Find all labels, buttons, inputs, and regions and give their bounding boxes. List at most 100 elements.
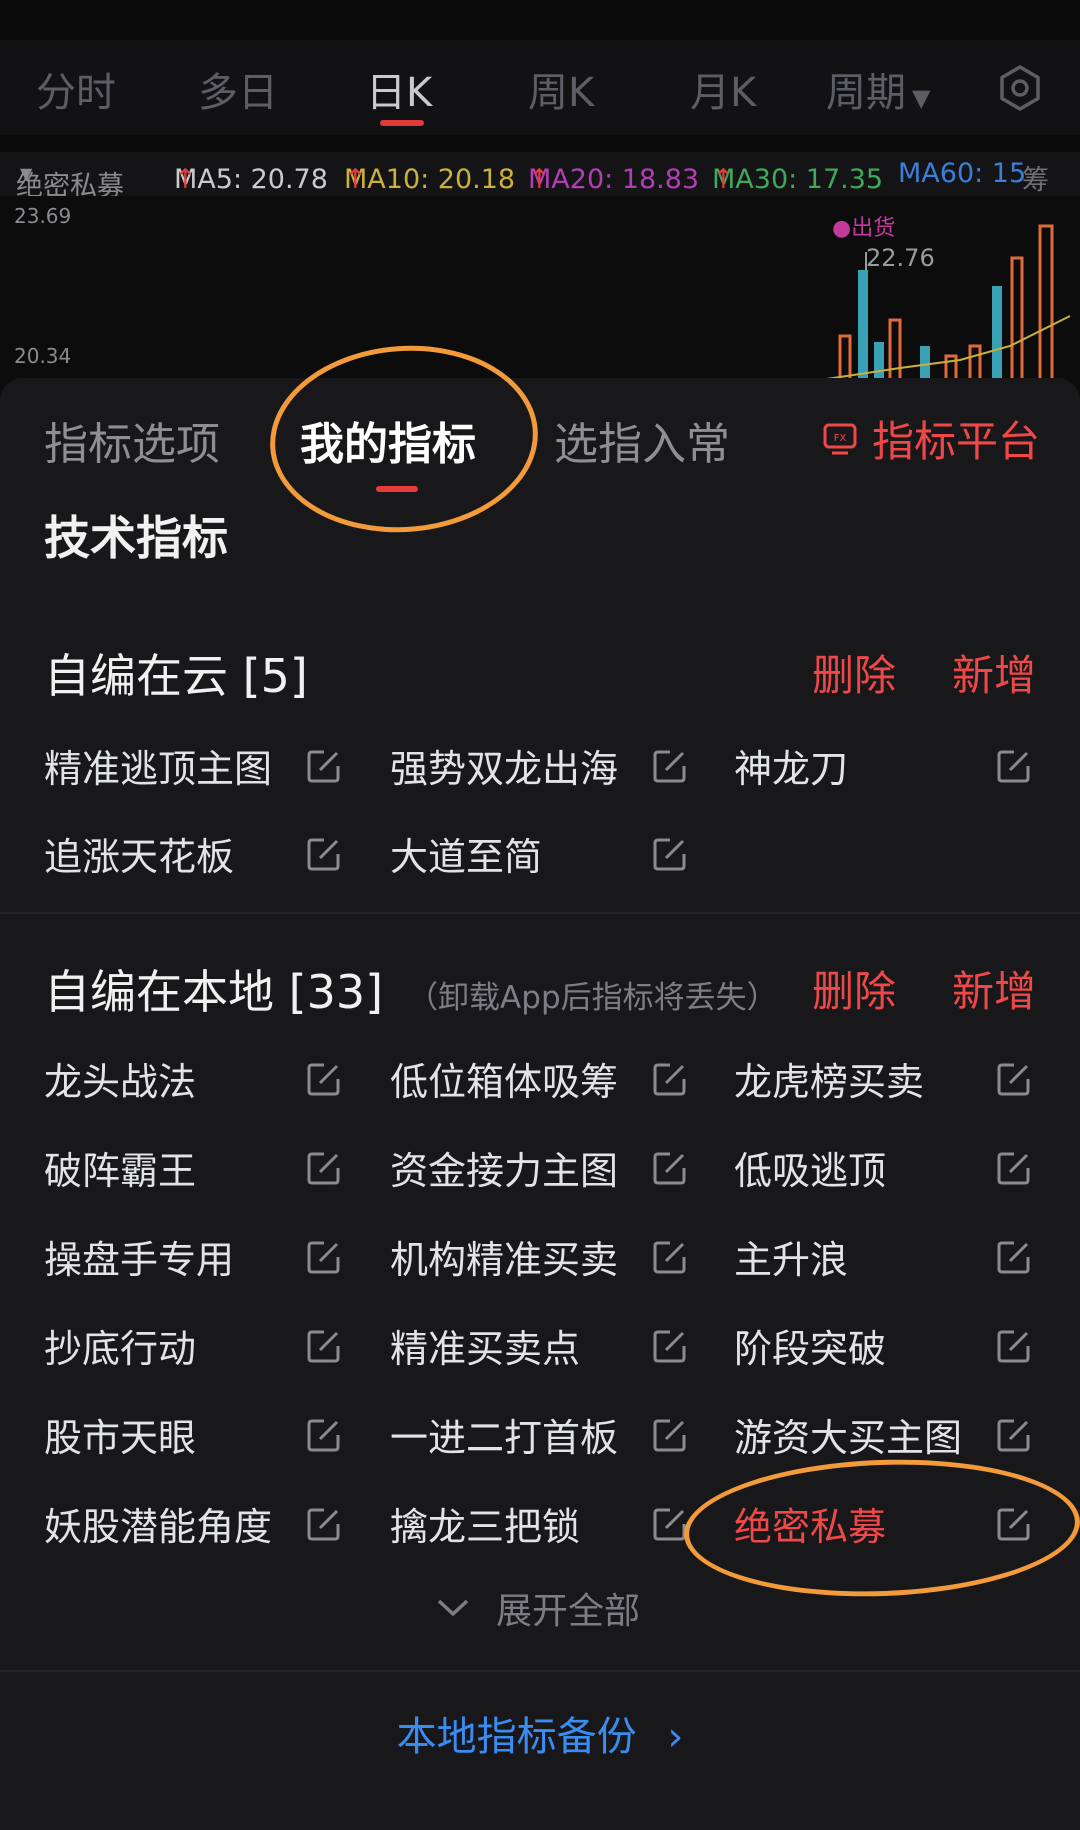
edit-icon[interactable] [652,1417,688,1453]
candlestick-chart[interactable]: 23.69 20.34 ●出货 22.76 [0,196,1080,380]
backup-label: 本地指标备份 [396,1714,637,1760]
ma5-text: MA5: 20.78 [174,164,328,195]
expand-all-button[interactable]: 展开全部 [436,1582,640,1634]
indicator-item[interactable]: 游资大买主图 [734,1407,1034,1467]
chevron-right-icon: › [667,1714,684,1760]
edit-icon[interactable] [652,1506,688,1542]
local-group-label: 自编在本地 [33] [44,965,384,1019]
candle [838,334,852,380]
indicator-item-label: 机构精准买卖 [390,1238,619,1282]
indicator-item[interactable]: 低位箱体吸筹 [390,1051,690,1111]
ma60-value: MA60: 15 [898,158,1027,189]
up-arrow-icon: ↑ [528,164,551,195]
edit-icon[interactable] [306,1061,342,1097]
candle [968,344,982,380]
indicator-item[interactable]: 龙虎榜买卖 [734,1051,1034,1111]
indicator-item-label: 阶段突破 [734,1327,887,1371]
indicator-item[interactable]: 资金接力主图 [390,1140,690,1200]
up-arrow-icon: ↑ [712,164,735,195]
ma-legend: 绝密私募 ▼ MA5: 20.78 ↑ MA10: 20.18 ↑ MA20: 18.… [0,152,1080,202]
candle [1010,256,1024,380]
indicator-item-label: 游资大买主图 [734,1416,963,1460]
tab-period-dropdown[interactable]: 周期 ▼ [826,60,930,118]
chevron-down-icon [437,1599,469,1617]
indicator-item[interactable]: 低吸逃顶 [734,1140,1034,1200]
edit-icon[interactable] [306,1506,342,1542]
indicator-item[interactable]: 妖股潜能角度 [44,1496,344,1556]
indicator-item[interactable]: 操盘手专用 [44,1229,344,1289]
indicator-item[interactable]: 股市天眼 [44,1407,344,1467]
edit-icon[interactable] [652,1239,688,1275]
period-tab-bar: 分时 多日 日K 周K 月K 周期 ▼ [0,40,1080,135]
local-add-button[interactable]: 新增 [952,958,1036,1019]
edit-icon[interactable] [652,1150,688,1186]
edit-icon[interactable] [996,1417,1032,1453]
tab-monthly-k[interactable]: 月K [690,60,756,118]
indicator-item[interactable]: 破阵霸王 [44,1140,344,1200]
divider [0,912,1080,914]
tab-indicator-options[interactable]: 指标选项 [44,408,220,472]
edit-icon[interactable] [306,1417,342,1453]
local-backup-link[interactable]: 本地指标备份 › [0,1704,1080,1762]
indicator-item[interactable]: 大道至简 [390,826,690,886]
indicator-item[interactable]: 擒龙三把锁 [390,1496,690,1556]
edit-icon[interactable] [306,748,342,784]
indicator-item-label: 低吸逃顶 [734,1149,887,1193]
tab-weekly-k[interactable]: 周K [528,60,594,118]
edit-icon[interactable] [996,1328,1032,1364]
edit-icon[interactable] [652,1061,688,1097]
indicator-item[interactable]: 抄底行动 [44,1318,344,1378]
indicator-item[interactable]: 龙头战法 [44,1051,344,1111]
settings-icon[interactable] [996,64,1044,112]
candle [944,354,958,380]
indicator-item-label: 强势双龙出海 [390,747,619,791]
indicator-item[interactable]: 机构精准买卖 [390,1229,690,1289]
indicator-screen: 分时 多日 日K 周K 月K 周期 ▼ 绝密私募 ▼ MA5: 20.78 ↑ MA1… [0,0,1080,1830]
indicator-item-label: 龙虎榜买卖 [734,1060,925,1104]
tab-multi-day[interactable]: 多日 [198,60,278,118]
edit-icon[interactable] [996,1061,1032,1097]
indicator-item[interactable]: 阶段突破 [734,1318,1034,1378]
indicator-item[interactable]: 精准买卖点 [390,1318,690,1378]
indicator-item[interactable]: 追涨天花板 [44,826,344,886]
cloud-add-button[interactable]: 新增 [952,642,1036,703]
indicator-item[interactable]: 神龙刀 [734,738,1034,798]
indicator-item-label: 股市天眼 [44,1416,197,1460]
local-delete-button[interactable]: 删除 [812,958,896,1019]
indicator-item[interactable]: 一进二打首板 [390,1407,690,1467]
indicator-item-label: 资金接力主图 [390,1149,619,1193]
sheet-tab-bar: 指标选项 我的指标 选指入常 FX 指标平台 [0,378,1080,492]
indicator-item-label: 抄底行动 [44,1327,197,1371]
edit-icon[interactable] [652,1328,688,1364]
chip-distribution-button[interactable]: 筹 [1022,158,1049,197]
edit-icon[interactable] [306,1328,342,1364]
candles [819,224,1071,380]
indicator-platform-link[interactable]: FX 指标平台 [822,408,1040,469]
edit-icon[interactable] [306,1150,342,1186]
edit-icon[interactable] [652,748,688,784]
candle [874,342,884,380]
indicator-item-label: 操盘手专用 [44,1238,235,1282]
caret-down-icon: ▼ [912,84,931,112]
candle [1038,224,1054,380]
cloud-group-title: 自编在云 [5] [44,640,308,706]
edit-icon[interactable] [306,836,342,872]
edit-icon[interactable] [996,1150,1032,1186]
section-title: 技术指标 [44,511,228,565]
cloud-delete-button[interactable]: 删除 [812,642,896,703]
edit-icon[interactable] [306,1239,342,1275]
cloud-group-label: 自编在云 [5] [44,649,308,703]
svg-text:FX: FX [834,433,847,444]
up-arrow-icon: ↑ [174,164,197,195]
edit-icon[interactable] [996,748,1032,784]
tab-select-to-common[interactable]: 选指入常 [554,408,730,472]
tab-intraday[interactable]: 分时 [36,60,116,118]
indicator-item[interactable]: 主升浪 [734,1229,1034,1289]
edit-icon[interactable] [652,836,688,872]
tab-daily-k[interactable]: 日K [366,60,432,118]
indicator-item[interactable]: 精准逃顶主图 [44,738,344,798]
edit-icon[interactable] [996,1239,1032,1275]
up-arrow-icon: ↑ [344,164,367,195]
indicator-item[interactable]: 强势双龙出海 [390,738,690,798]
candle [858,270,868,380]
